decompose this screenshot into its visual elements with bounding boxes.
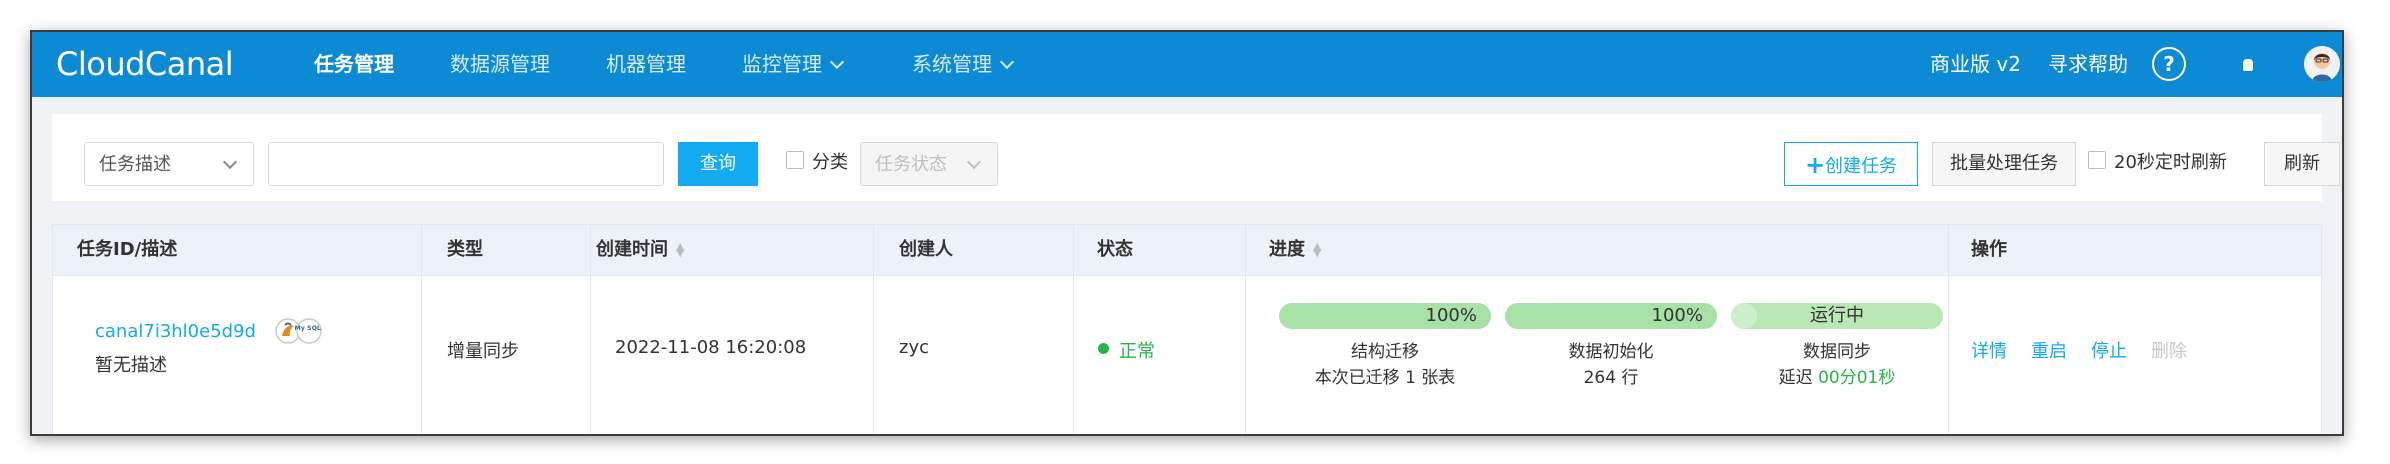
nav-task-management[interactable]: 任务管理 bbox=[314, 32, 394, 97]
task-id-link[interactable]: canal7i3hl0e5d9d bbox=[95, 321, 256, 342]
column-divider bbox=[1948, 225, 1949, 434]
category-checkbox[interactable] bbox=[786, 151, 804, 169]
header-task-id: 任务ID/描述 bbox=[77, 239, 178, 260]
create-task-button[interactable]: +创建任务 bbox=[1784, 142, 1918, 186]
task-description: 暂无描述 bbox=[95, 355, 167, 376]
detail-link[interactable]: 详情 bbox=[1971, 337, 2007, 363]
header-operations: 操作 bbox=[1971, 239, 2007, 260]
structure-detail: 本次已迁移 1 张表 bbox=[1314, 368, 1456, 388]
header-creator: 创建人 bbox=[899, 239, 953, 260]
column-divider bbox=[1245, 225, 1246, 434]
filter-bar: 任务描述 查询 分类 任务状态 +创建任务 批量处理任务 20秒定时刷新 刷新 bbox=[52, 114, 2340, 201]
chevron-down-icon bbox=[222, 154, 238, 170]
sync-delay: 延迟 00分01秒 bbox=[1778, 368, 1896, 388]
column-divider bbox=[421, 225, 422, 434]
sort-icon[interactable]: ▲ ▼ bbox=[1313, 241, 1321, 258]
column-divider bbox=[873, 225, 874, 434]
nav-machine-management[interactable]: 机器管理 bbox=[606, 32, 686, 97]
query-button[interactable]: 查询 bbox=[678, 142, 758, 186]
delete-link[interactable]: 删除 bbox=[2151, 337, 2187, 363]
structure-label: 结构迁移 bbox=[1351, 342, 1419, 362]
search-input[interactable] bbox=[268, 142, 664, 186]
init-progress-bar: 100% bbox=[1505, 303, 1717, 329]
init-detail: 264 行 bbox=[1583, 368, 1639, 388]
sync-running-bar: 运行中 bbox=[1731, 303, 1943, 329]
header-status: 状态 bbox=[1097, 239, 1133, 260]
task-status-select[interactable]: 任务状态 bbox=[860, 142, 998, 186]
mysql-badge-text: My SQL bbox=[294, 324, 321, 332]
filter-field-select[interactable]: 任务描述 bbox=[84, 142, 254, 186]
header-type: 类型 bbox=[447, 239, 483, 260]
auto-refresh-checkbox[interactable] bbox=[2088, 151, 2106, 169]
avatar-face-icon bbox=[2304, 46, 2340, 82]
chevron-down-icon bbox=[829, 54, 845, 70]
column-divider bbox=[590, 225, 591, 434]
init-label: 数据初始化 bbox=[1568, 342, 1654, 362]
notification-icon[interactable] bbox=[2243, 59, 2253, 71]
batch-process-button[interactable]: 批量处理任务 bbox=[1932, 142, 2076, 186]
header-progress[interactable]: 进度 ▲ ▼ bbox=[1269, 225, 1321, 275]
stop-link[interactable]: 停止 bbox=[2091, 337, 2127, 363]
refresh-button[interactable]: 刷新 bbox=[2264, 142, 2340, 186]
category-label: 分类 bbox=[812, 152, 848, 173]
auto-refresh-label: 20秒定时刷新 bbox=[2114, 152, 2227, 173]
structure-progress-bar: 100% bbox=[1279, 303, 1491, 329]
cloudcanal-logo[interactable]: CloudCanal bbox=[56, 40, 234, 88]
status-dot-icon bbox=[1098, 343, 1109, 354]
nav-monitor-management[interactable]: 监控管理 bbox=[742, 32, 845, 97]
help-link[interactable]: 寻求帮助 bbox=[2048, 32, 2128, 97]
task-type: 增量同步 bbox=[447, 341, 519, 362]
edition-badge: 商业版 v2 bbox=[1930, 52, 2021, 76]
chevron-down-icon bbox=[999, 54, 1015, 70]
nav-system-management[interactable]: 系统管理 bbox=[912, 32, 1015, 97]
chevron-down-icon bbox=[966, 154, 982, 170]
app-window: CloudCanal 任务管理 数据源管理 机器管理 监控管理 系统管理 商业版… bbox=[30, 30, 2344, 436]
restart-link[interactable]: 重启 bbox=[2031, 337, 2067, 363]
running-indicator-icon bbox=[1731, 303, 1757, 329]
header-created-time[interactable]: 创建时间 ▲ ▼ bbox=[596, 225, 684, 275]
sync-label: 数据同步 bbox=[1803, 342, 1871, 362]
help-circle-icon[interactable]: ? bbox=[2152, 47, 2186, 81]
status-text: 正常 bbox=[1119, 341, 1155, 362]
table-header: 任务ID/描述 类型 创建时间 ▲ ▼ 创建人 状态 进度 ▲ ▼ 操作 bbox=[53, 225, 2321, 276]
created-time: 2022-11-08 16:20:08 bbox=[615, 337, 807, 358]
mysql-db-icon: My SQL bbox=[275, 317, 323, 345]
user-avatar[interactable] bbox=[2304, 46, 2340, 82]
top-nav-bar: CloudCanal 任务管理 数据源管理 机器管理 监控管理 系统管理 商业版… bbox=[32, 32, 2342, 97]
plus-icon: + bbox=[1804, 151, 1826, 179]
column-divider bbox=[1073, 225, 1074, 434]
nav-datasource-management[interactable]: 数据源管理 bbox=[450, 32, 550, 97]
creator: zyc bbox=[899, 337, 929, 358]
sort-icon[interactable]: ▲ ▼ bbox=[676, 241, 684, 258]
task-table: 任务ID/描述 类型 创建时间 ▲ ▼ 创建人 状态 进度 ▲ ▼ 操作 canal7i… bbox=[52, 224, 2322, 434]
